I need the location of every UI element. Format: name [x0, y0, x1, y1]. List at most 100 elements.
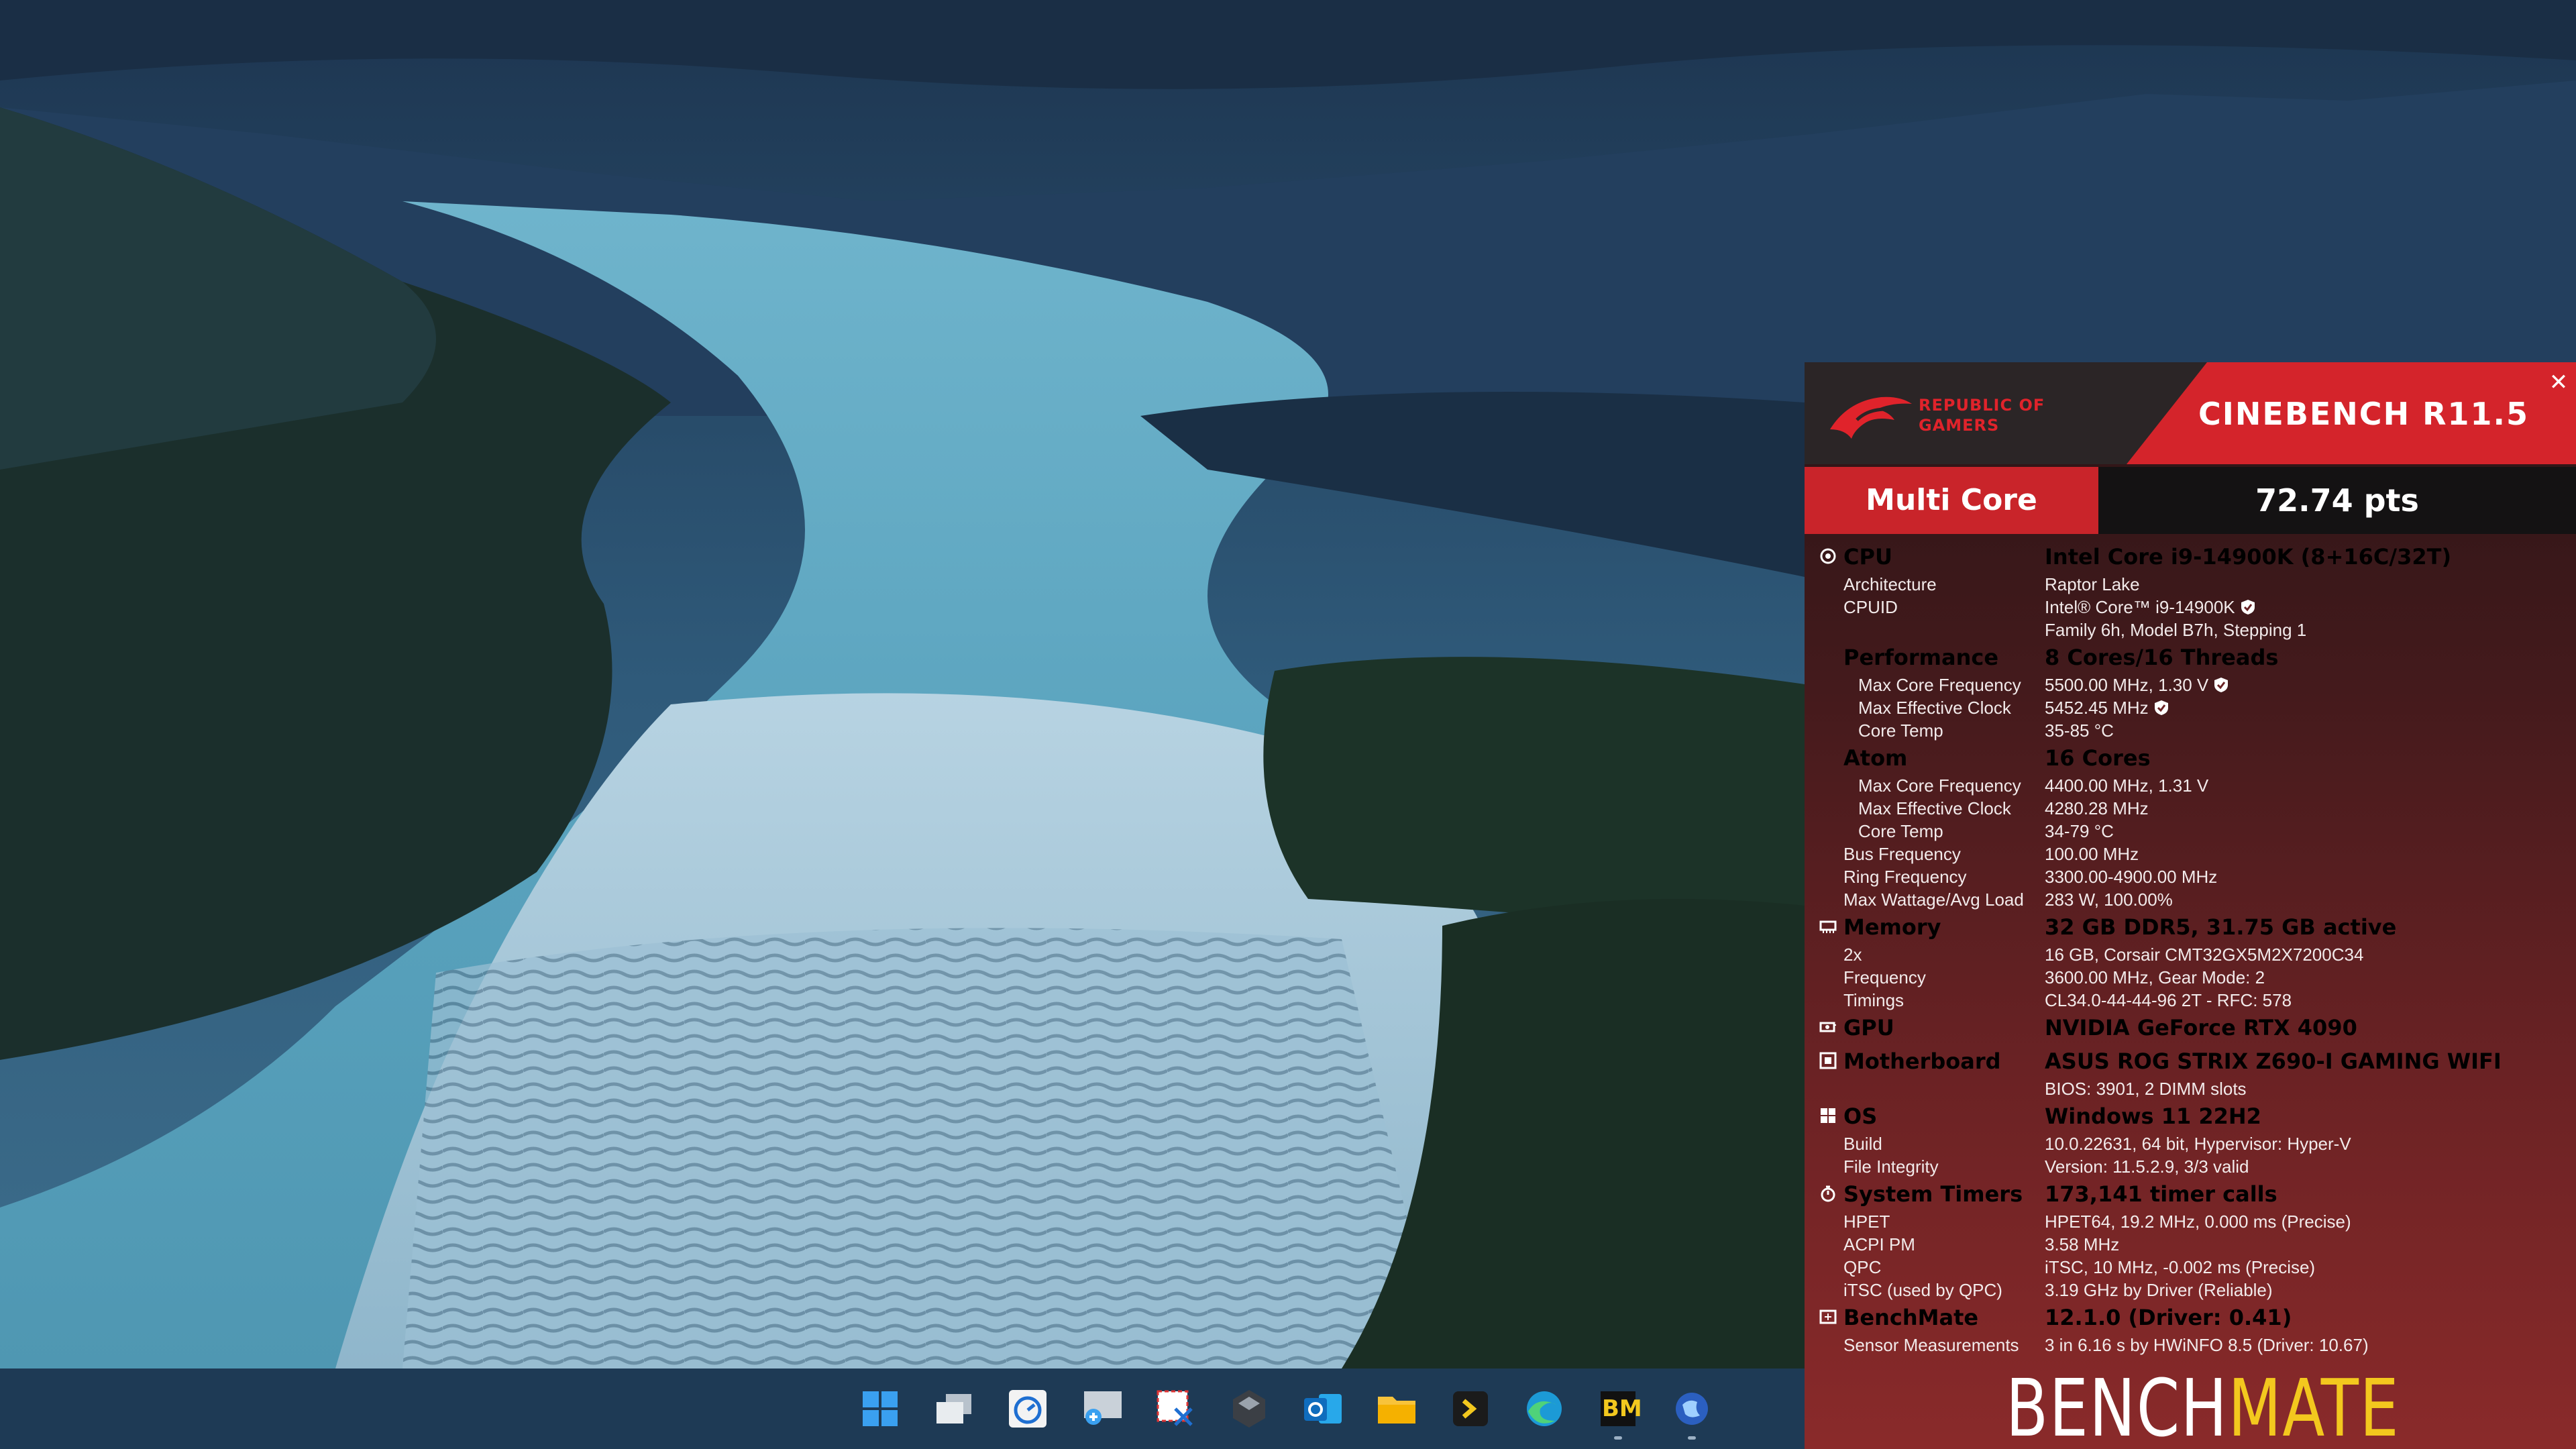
cpu-label: CPU	[1843, 544, 1892, 570]
score-mode-label: Multi Core	[1866, 483, 2037, 517]
qpc-value: iTSC, 10 MHz, -0.002 ms (Precise)	[2045, 1257, 2316, 1277]
perf-max-eff-clock-row: 5452.45 MHz	[2045, 696, 2169, 719]
os-build: 10.0.22631, 64 bit, Hypervisor: Hyper-V	[2045, 1134, 2351, 1154]
atom-max-core-freq: 4400.00 MHz, 1.31 V	[2045, 775, 2209, 796]
wattage: 283 W, 100.00%	[2045, 890, 2173, 910]
file-explorer-icon[interactable]	[1370, 1382, 1424, 1436]
system-timers-label: System Timers	[1843, 1181, 2023, 1207]
memory-value: 32 GB DDR5, 31.75 GB active	[2045, 914, 2397, 940]
sensor-measurements: 3 in 6.16 s by HWiNFO 8.5 (Driver: 10.67…	[2045, 1335, 2369, 1355]
motherboard-bios: BIOS: 3901, 2 DIMM slots	[2045, 1079, 2247, 1099]
memory-count: 16 GB, Corsair CMT32GX5M2X7200C34	[2045, 945, 2364, 965]
rog-brand-line2: GAMERS	[1919, 416, 2000, 435]
cpuid-label: CPUID	[1843, 597, 1898, 617]
cpu-value: Intel Core i9-14900K (8+16C/32T)	[2045, 544, 2452, 570]
bus-frequency-label: Bus Frequency	[1843, 844, 1961, 864]
atom-core-temp-label: Core Temp	[1858, 821, 1943, 841]
os-value: Windows 11 22H2	[2045, 1104, 2261, 1129]
obs-icon[interactable]	[1222, 1382, 1276, 1436]
benchmate-value: 12.1.0 (Driver: 0.41)	[2045, 1305, 2292, 1330]
benchmate-taskbar-label: BM	[1602, 1395, 1642, 1422]
performance-value: 8 Cores/16 Threads	[2045, 645, 2279, 670]
memory-icon	[1819, 920, 1837, 933]
benchmate-logo-mate: MATE	[2228, 1362, 2400, 1449]
benchmate-section-icon	[1819, 1309, 1837, 1324]
hpet-label: HPET	[1843, 1212, 1890, 1232]
perf-max-eff-clock-label: Max Effective Clock	[1858, 698, 2011, 718]
memory-count-label: 2x	[1843, 945, 1862, 965]
memory-timings-label: Timings	[1843, 990, 1904, 1010]
snipping-tool-icon[interactable]	[1148, 1382, 1202, 1436]
running-indicator	[1614, 1436, 1622, 1440]
perf-max-core-freq-row: 5500.00 MHz, 1.30 V	[2045, 674, 2229, 696]
perf-max-eff-clock: 5452.45 MHz	[2045, 698, 2149, 718]
motherboard-value: ASUS ROG STRIX Z690-I GAMING WIFI	[2045, 1049, 2502, 1074]
system-timers-value: 173,141 timer calls	[2045, 1181, 2277, 1207]
perf-max-core-freq: 5500.00 MHz, 1.30 V	[2045, 675, 2209, 695]
rog-eye-icon	[1830, 396, 1912, 439]
memory-label: Memory	[1843, 914, 1941, 940]
bus-frequency: 100.00 MHz	[2045, 844, 2139, 864]
windows-logo-icon	[1821, 1108, 1835, 1123]
clock-app-icon[interactable]	[1001, 1382, 1055, 1436]
motherboard-label: Motherboard	[1843, 1049, 2001, 1074]
perf-core-temp-label: Core Temp	[1858, 720, 1943, 741]
globe-app-icon[interactable]	[1665, 1382, 1719, 1440]
cpuid-detail: Family 6h, Model B7h, Stepping 1	[2045, 620, 2307, 640]
close-icon[interactable]: ✕	[2548, 371, 2569, 394]
gpu-icon	[1819, 1022, 1836, 1032]
verified-shield-icon	[2154, 700, 2168, 715]
stopwatch-icon	[1821, 1185, 1835, 1202]
panel-header: REPUBLIC OF GAMERS CINEBENCH R11.5 ✕	[1805, 362, 2576, 464]
file-integrity: Version: 11.5.2.9, 3/3 valid	[2045, 1157, 2249, 1177]
os-build-label: Build	[1843, 1134, 1882, 1154]
memory-timings: CL34.0-44-44-96 2T - RFC: 578	[2045, 990, 2292, 1010]
benchmate-logo-bench: BENCH	[2006, 1362, 2229, 1449]
acpi-label: ACPI PM	[1843, 1234, 1915, 1254]
os-label: OS	[1843, 1104, 1878, 1129]
perf-core-temp: 35-85 °C	[2045, 720, 2114, 741]
atom-max-eff-clock: 4280.28 MHz	[2045, 798, 2149, 818]
verified-shield-icon	[2241, 600, 2255, 614]
outlook-icon[interactable]	[1296, 1382, 1350, 1436]
memory-frequency-label: Frequency	[1843, 967, 1926, 987]
benchmate-label: BenchMate	[1843, 1305, 1979, 1330]
edge-icon[interactable]	[1517, 1382, 1571, 1436]
atom-max-core-freq-label: Max Core Frequency	[1858, 775, 2021, 796]
cpuid-value-row: Intel® Core™ i9-14900K	[2045, 596, 2255, 619]
benchmark-result-panel: REPUBLIC OF GAMERS CINEBENCH R11.5 ✕ Mul…	[1805, 362, 2576, 1449]
windows-start-icon[interactable]	[853, 1382, 907, 1436]
sensor-measurements-label: Sensor Measurements	[1843, 1335, 2019, 1355]
cpuid-value: Intel® Core™ i9-14900K	[2045, 597, 2235, 617]
magnifier-icon[interactable]	[1075, 1382, 1128, 1436]
gpu-value: NVIDIA GeForce RTX 4090	[2045, 1015, 2357, 1040]
benchmate-icon[interactable]: BM	[1591, 1382, 1645, 1440]
motherboard-icon	[1819, 1052, 1837, 1069]
cpu-icon	[1820, 548, 1836, 564]
benchmark-title: CINEBENCH R11.5	[2198, 396, 2529, 432]
qpc-label: QPC	[1843, 1257, 1882, 1277]
ring-frequency: 3300.00-4900.00 MHz	[2045, 867, 2218, 887]
ring-frequency-label: Ring Frequency	[1843, 867, 1967, 887]
score-value: 72.74 pts	[2255, 482, 2419, 519]
gpu-label: GPU	[1843, 1015, 1894, 1040]
wattage-label: Max Wattage/Avg Load	[1843, 890, 2024, 910]
performance-label: Performance	[1843, 645, 1999, 670]
architecture-label: Architecture	[1843, 574, 1937, 594]
score-row: Multi Core 72.74 pts	[1805, 467, 2576, 534]
hpet-value: HPET64, 19.2 MHz, 0.000 ms (Precise)	[2045, 1212, 2351, 1232]
itsc-label: iTSC (used by QPC)	[1843, 1280, 2002, 1300]
itsc-value: 3.19 GHz by Driver (Reliable)	[2045, 1280, 2273, 1300]
atom-core-temp: 34-79 °C	[2045, 821, 2114, 841]
atom-max-eff-clock-label: Max Effective Clock	[1858, 798, 2011, 818]
atom-label: Atom	[1843, 745, 1908, 771]
memory-frequency: 3600.00 MHz, Gear Mode: 2	[2045, 967, 2265, 987]
rog-brand-line1: REPUBLIC OF	[1919, 396, 2045, 415]
terminal-icon[interactable]	[1444, 1382, 1497, 1436]
task-view-icon[interactable]	[927, 1382, 981, 1436]
file-integrity-label: File Integrity	[1843, 1157, 1939, 1177]
atom-value: 16 Cores	[2045, 745, 2151, 771]
verified-shield-icon	[2214, 678, 2229, 692]
acpi-value: 3.58 MHz	[2045, 1234, 2120, 1254]
benchmate-logo: BENCHMATE	[2006, 1362, 2400, 1449]
